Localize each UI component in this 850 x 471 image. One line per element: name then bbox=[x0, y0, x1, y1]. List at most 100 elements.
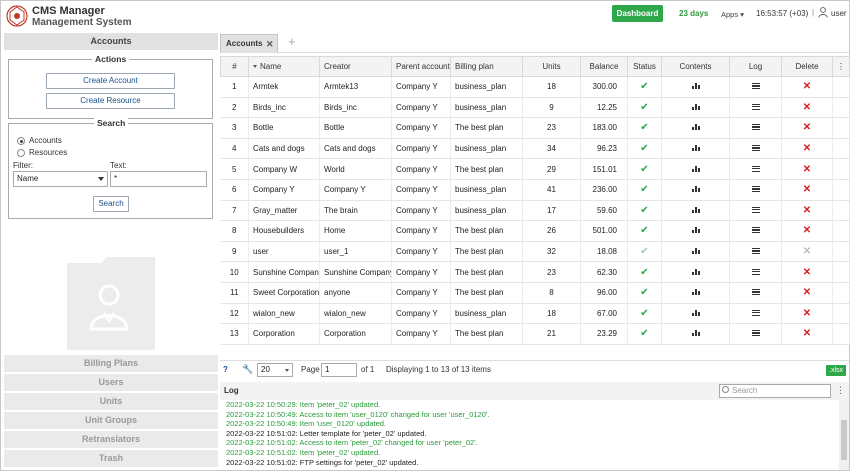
list-icon[interactable] bbox=[751, 206, 760, 213]
list-icon[interactable] bbox=[751, 145, 760, 152]
contents-cell[interactable] bbox=[661, 323, 730, 345]
account-creator[interactable]: anyone bbox=[319, 282, 392, 304]
delete-icon[interactable]: ✕ bbox=[803, 102, 811, 113]
page-size-select[interactable]: 20 bbox=[257, 363, 293, 377]
log-cell[interactable] bbox=[729, 323, 782, 345]
account-creator[interactable]: The brain bbox=[319, 200, 392, 222]
table-row[interactable]: 5 Company W World Company Y The best plan 29 1… bbox=[220, 158, 850, 180]
contents-cell[interactable] bbox=[661, 97, 730, 119]
contents-cell[interactable] bbox=[661, 117, 730, 139]
nav-units[interactable]: Units bbox=[4, 393, 218, 410]
table-row[interactable]: 11 Sweet Corporation anyone Company Y The be… bbox=[220, 282, 850, 304]
account-creator[interactable]: Sunshine Company bbox=[319, 261, 392, 283]
bar-chart-icon[interactable] bbox=[691, 145, 700, 152]
account-creator[interactable]: Corporation bbox=[319, 323, 392, 345]
delete-icon[interactable]: ✕ bbox=[803, 267, 811, 278]
filter-select[interactable]: Name bbox=[13, 171, 108, 187]
list-icon[interactable] bbox=[751, 83, 760, 90]
contents-cell[interactable] bbox=[661, 138, 730, 160]
add-tab-icon[interactable]: + bbox=[288, 34, 296, 49]
table-row[interactable]: 8 Housebuilders Home Company Y The best plan… bbox=[220, 220, 850, 242]
nav-trash[interactable]: Trash bbox=[4, 450, 218, 467]
contents-cell[interactable] bbox=[661, 158, 730, 180]
delete-cell[interactable]: ✕ bbox=[781, 241, 833, 263]
contents-cell[interactable] bbox=[661, 76, 730, 98]
table-row[interactable]: 7 Gray_matter The brain Company Ybusiness_p… bbox=[220, 200, 850, 222]
delete-cell[interactable]: ✕ bbox=[781, 323, 833, 345]
delete-icon[interactable]: ✕ bbox=[803, 328, 811, 339]
bar-chart-icon[interactable] bbox=[691, 289, 700, 296]
table-row[interactable]: 4 Cats and dogs Cats and dogs Company Ybusi… bbox=[220, 138, 850, 160]
radio-accounts[interactable] bbox=[17, 137, 25, 145]
delete-cell[interactable]: ✕ bbox=[781, 138, 833, 160]
delete-cell[interactable]: ✕ bbox=[781, 117, 833, 139]
list-icon[interactable] bbox=[751, 186, 760, 193]
table-row[interactable]: 12 wialon_new wialon_new Company Ybusiness_… bbox=[220, 303, 850, 325]
account-name[interactable]: Sweet Corporation bbox=[248, 282, 320, 304]
account-creator[interactable]: Bottle bbox=[319, 117, 392, 139]
account-name[interactable]: Cats and dogs bbox=[248, 138, 320, 160]
list-icon[interactable] bbox=[751, 289, 760, 296]
table-row[interactable]: 3 Bottle Bottle Company Y The best plan 23 183… bbox=[220, 117, 850, 139]
table-row[interactable]: 10 Sunshine Company Sunshine Company Compan… bbox=[220, 261, 850, 283]
delete-icon[interactable]: ✕ bbox=[803, 308, 811, 319]
delete-icon[interactable]: ✕ bbox=[803, 246, 811, 257]
days-remaining[interactable]: 23 days bbox=[679, 9, 708, 18]
col-log[interactable]: Log bbox=[729, 56, 782, 77]
log-cell[interactable] bbox=[729, 117, 782, 139]
log-scrollbar-thumb[interactable] bbox=[841, 420, 847, 460]
delete-cell[interactable]: ✕ bbox=[781, 158, 833, 180]
log-cell[interactable] bbox=[729, 138, 782, 160]
col-number[interactable]: # bbox=[220, 56, 249, 77]
delete-icon[interactable]: ✕ bbox=[803, 81, 811, 92]
list-icon[interactable] bbox=[751, 103, 760, 110]
nav-unit-groups[interactable]: Unit Groups bbox=[4, 412, 218, 429]
bar-chart-icon[interactable] bbox=[691, 206, 700, 213]
col-status[interactable]: Status bbox=[627, 56, 662, 77]
account-name[interactable]: Company W bbox=[248, 158, 320, 180]
text-input[interactable]: * bbox=[110, 171, 207, 187]
delete-cell[interactable]: ✕ bbox=[781, 282, 833, 304]
export-xlsx-button[interactable]: .xlsx bbox=[826, 365, 846, 376]
col-billing-plan[interactable]: Billing plan bbox=[450, 56, 523, 77]
table-row[interactable]: 2 Birds_inc Birds_inc Company Ybusiness_pla… bbox=[220, 97, 850, 119]
contents-cell[interactable] bbox=[661, 261, 730, 283]
dashboard-button[interactable]: Dashboard bbox=[612, 5, 663, 22]
log-search-input[interactable]: Search bbox=[719, 384, 831, 398]
log-cell[interactable] bbox=[729, 76, 782, 98]
list-icon[interactable] bbox=[751, 309, 760, 316]
account-creator[interactable]: Birds_inc bbox=[319, 97, 392, 119]
account-name[interactable]: Company Y bbox=[248, 179, 320, 201]
bar-chart-icon[interactable] bbox=[691, 227, 700, 234]
nav-billing-plans[interactable]: Billing Plans bbox=[4, 355, 218, 372]
contents-cell[interactable] bbox=[661, 200, 730, 222]
create-resource-button[interactable]: Create Resource bbox=[46, 93, 175, 109]
page-input[interactable]: 1 bbox=[321, 363, 357, 377]
log-cell[interactable] bbox=[729, 220, 782, 242]
log-cell[interactable] bbox=[729, 158, 782, 180]
account-creator[interactable]: user_1 bbox=[319, 241, 392, 263]
col-units[interactable]: Units bbox=[522, 56, 581, 77]
delete-icon[interactable]: ✕ bbox=[803, 184, 811, 195]
account-creator[interactable]: World bbox=[319, 158, 392, 180]
help-icon[interactable]: ? bbox=[223, 365, 228, 374]
delete-icon[interactable]: ✕ bbox=[803, 122, 811, 133]
contents-cell[interactable] bbox=[661, 220, 730, 242]
table-row[interactable]: 6 Company Y Company Y Company Ybusiness_pla… bbox=[220, 179, 850, 201]
contents-cell[interactable] bbox=[661, 241, 730, 263]
delete-cell[interactable]: ✕ bbox=[781, 76, 833, 98]
account-name[interactable]: wialon_new bbox=[248, 303, 320, 325]
account-name[interactable]: Housebuilders bbox=[248, 220, 320, 242]
list-icon[interactable] bbox=[751, 268, 760, 275]
user-name[interactable]: user bbox=[831, 9, 847, 18]
column-menu-icon[interactable]: ⋮ bbox=[832, 56, 850, 77]
account-creator[interactable]: Armtek13 bbox=[319, 76, 392, 98]
list-icon[interactable] bbox=[751, 248, 760, 255]
col-creator[interactable]: Creator bbox=[319, 56, 392, 77]
log-cell[interactable] bbox=[729, 200, 782, 222]
col-balance[interactable]: Balance bbox=[580, 56, 628, 77]
delete-icon[interactable]: ✕ bbox=[803, 143, 811, 154]
account-name[interactable]: Sunshine Company bbox=[248, 261, 320, 283]
bar-chart-icon[interactable] bbox=[691, 124, 700, 131]
col-parent-account[interactable]: Parent account bbox=[391, 56, 451, 77]
